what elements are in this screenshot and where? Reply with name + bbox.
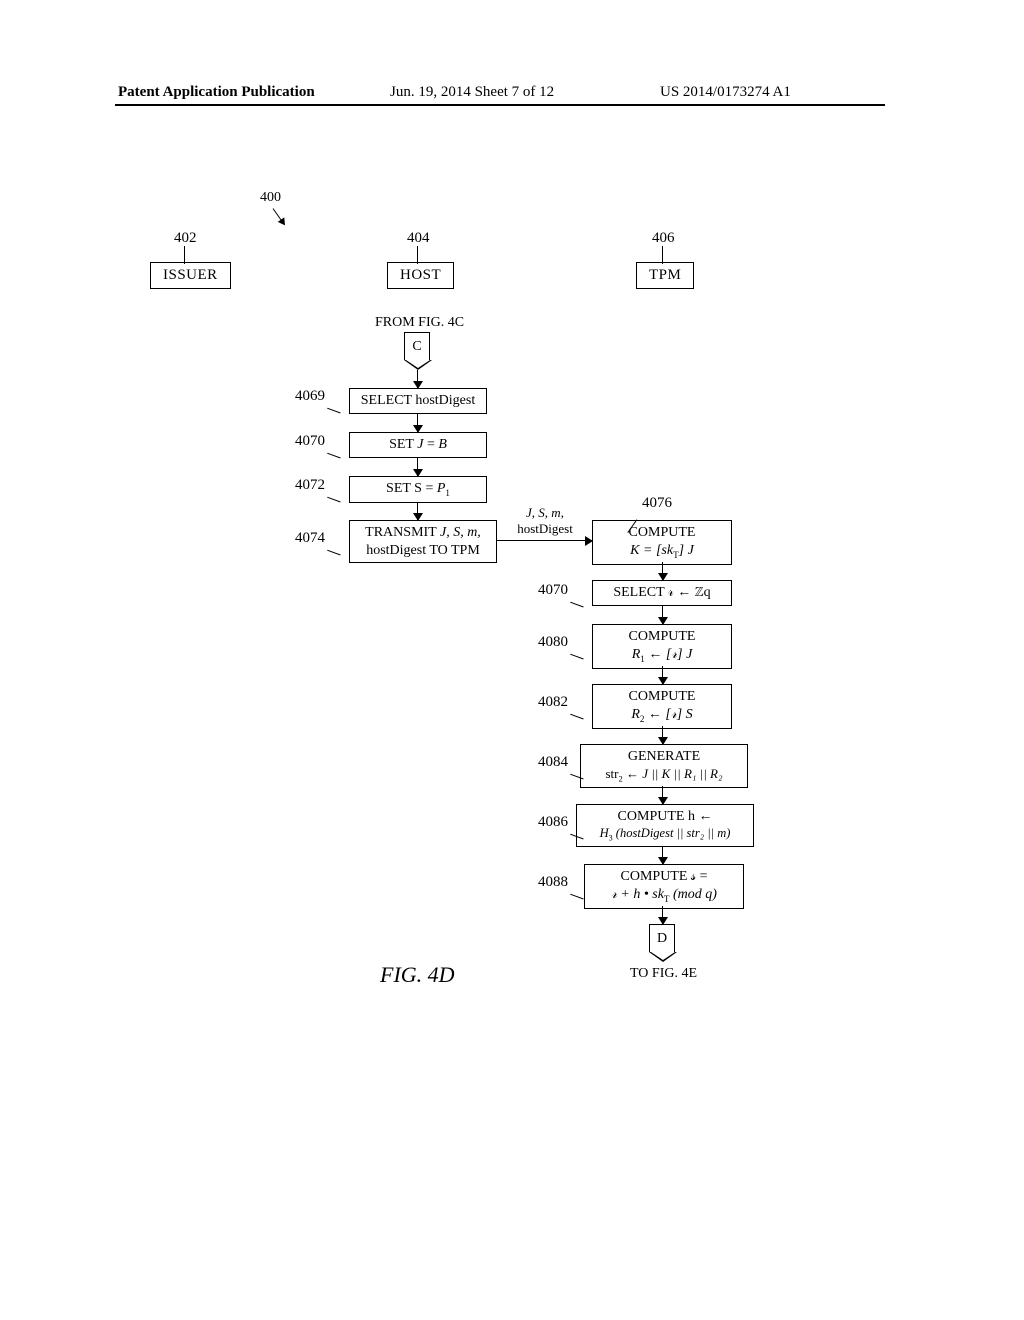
msg-label: J, S, m,hostDigest [500,505,590,537]
from-fig-label: FROM FIG. 4C [375,315,464,331]
ref-4072: 4072 [295,477,325,494]
step-4076-l1: COMPUTE [629,524,696,542]
figure-caption: FIG. 4D [380,962,455,988]
step-4082: COMPUTE R2 ← [𝓇] S [592,684,732,729]
step-4076-l2: K = [skT] J [630,542,694,561]
step-4074-l2: hostDigest TO TPM [366,542,480,560]
tpm-header: TPM [636,262,694,289]
step-4069-text: SELECT hostDigest [361,392,475,410]
connector-c-letter: C [412,339,421,355]
arrow-4082-4084 [662,726,663,744]
figure-canvas: 400 402 ISSUER 404 HOST 406 TPM FROM FIG… [0,190,1024,1230]
step-4088-l2: 𝓇 + h • skT (mod q) [611,886,717,905]
arrow-4076-4070b [662,562,663,580]
step-4086-l1: COMPUTE h ← [618,808,713,826]
ref-4086: 4086 [538,814,568,831]
step-4080-l2: R1 ← [𝓇] J [632,646,693,665]
step-4080-l1: COMPUTE [629,628,696,646]
ref-406: 406 [652,230,675,247]
ref-404: 404 [407,230,430,247]
step-4074-l1: TRANSMIT J, S, m, [365,524,481,542]
ref-4076: 4076 [642,495,672,512]
header-patent-id: US 2014/0173274 A1 [660,84,791,101]
ref-400-arrow [273,208,287,222]
issuer-header: ISSUER [150,262,231,289]
header-date-sheet: Jun. 19, 2014 Sheet 7 of 12 [390,84,554,101]
step-4070-host: SET J = B [349,432,487,458]
arrow-4070b-4080 [662,606,663,624]
step-4082-l2: R2 ← [𝓇] S [631,706,692,725]
step-4080: COMPUTE R1 ← [𝓇] J [592,624,732,669]
arrow-4070-4072 [417,458,418,476]
connector-d-letter: D [657,931,667,947]
step-4070b-text: SELECT 𝓇 ← ℤq [613,584,710,602]
connector-d: D [649,924,675,952]
step-4082-l1: COMPUTE [629,688,696,706]
ref-4069: 4069 [295,388,325,405]
step-4070-tpm: SELECT 𝓇 ← ℤq [592,580,732,606]
arrow-4080-4082 [662,666,663,684]
header-rule [115,104,885,106]
step-4084-l2: str2 ← J || K || R₁ || R₂ [605,766,722,784]
ref-4070a: 4070 [295,433,325,450]
arrow-4069-4070 [417,414,418,432]
step-4084: GENERATE str2 ← J || K || R₁ || R₂ [580,744,748,788]
ref-400: 400 [260,190,281,206]
ref-4088: 4088 [538,874,568,891]
patent-page: Patent Application Publication Jun. 19, … [0,0,1024,1320]
ref-402: 402 [174,230,197,247]
arrow-c-to-4069 [417,370,418,388]
step-4072-text: SET S = P1 [386,480,450,499]
connector-c: C [404,332,430,360]
step-4070-text: SET J = B [389,436,447,454]
step-4084-l1: GENERATE [628,748,700,766]
arrow-4084-4086 [662,786,663,804]
arrow-4072-4074 [417,502,418,520]
ref-4080: 4080 [538,634,568,651]
host-header: HOST [387,262,454,289]
ref-4084: 4084 [538,754,568,771]
step-4074: TRANSMIT J, S, m, hostDigest TO TPM [349,520,497,563]
step-4086: COMPUTE h ← H3 (hostDigest || str₂ || m) [576,804,754,847]
step-4072: SET S = P1 [349,476,487,503]
step-4069: SELECT hostDigest [349,388,487,414]
ref-4070b: 4070 [538,582,568,599]
arrow-host-to-tpm [497,540,592,541]
arrow-4088-d [662,906,663,924]
arrow-4086-4088 [662,846,663,864]
to-fig-label: TO FIG. 4E [630,966,697,982]
ref-4074: 4074 [295,530,325,547]
header-publication: Patent Application Publication [118,84,315,101]
step-4076: COMPUTE K = [skT] J [592,520,732,565]
step-4088: COMPUTE 𝓈 = 𝓇 + h • skT (mod q) [584,864,744,909]
step-4086-l2: H3 (hostDigest || str₂ || m) [600,826,731,844]
step-4088-l1: COMPUTE 𝓈 = [621,868,708,886]
ref-4082: 4082 [538,694,568,711]
